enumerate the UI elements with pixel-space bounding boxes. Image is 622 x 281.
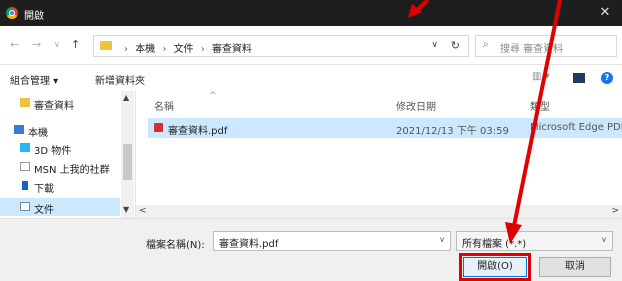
column-header-modified[interactable]: 修改日期 (396, 98, 436, 113)
document-icon (20, 162, 30, 171)
filename-dropdown-icon[interactable]: ∨ (439, 235, 445, 244)
scroll-right-icon[interactable]: > (611, 206, 619, 216)
title-bar: 開啟 ✕ (0, 0, 622, 26)
folder-icon (100, 41, 112, 50)
column-header-name[interactable]: 名稱 (154, 98, 174, 113)
scroll-down-icon[interactable]: ▼ (123, 205, 129, 214)
navigation-pane: 審查資料 本機 3D 物件 MSN 上我的社群 下載 文件 (0, 91, 136, 218)
download-icon (22, 181, 28, 190)
sidebar-item-msn-community[interactable]: MSN 上我的社群 (0, 158, 120, 176)
scrollbar-thumb[interactable] (123, 144, 132, 180)
search-icon: ⌕ (483, 39, 489, 50)
close-button[interactable]: ✕ (588, 0, 622, 26)
recent-locations-icon[interactable]: ∨ (54, 40, 60, 49)
filename-value: 審查資料.pdf (219, 239, 279, 250)
pdf-icon (154, 123, 163, 132)
breadcrumb-item[interactable]: 文件 (174, 44, 194, 55)
file-type: Microsoft Edge PDF (530, 122, 622, 133)
sidebar-item-review-data[interactable]: 審查資料 (0, 94, 120, 112)
table-row[interactable]: 審查資料.pdf 2021/12/13 下午 03:59 Microsoft E… (148, 118, 622, 138)
refresh-icon[interactable]: ↻ (451, 39, 460, 52)
forward-arrow-icon[interactable]: → (32, 38, 41, 51)
sidebar-item-documents[interactable]: 文件 (0, 198, 120, 216)
file-list: ^ 名稱 修改日期 類型 審查資料.pdf 2021/12/13 下午 03:5… (136, 91, 622, 218)
window-title: 開啟 (24, 11, 44, 22)
folder-icon (20, 98, 30, 107)
navigation-bar: ← → ∨ ↑ › 本機 › 文件 › 審查資料 ∨ ↻ ⌕ 搜尋 審查資料 (0, 26, 622, 65)
search-input[interactable]: ⌕ 搜尋 審查資料 (475, 35, 617, 57)
sidebar-item-downloads[interactable]: 下載 (0, 177, 120, 195)
scroll-up-icon[interactable]: ▲ (123, 93, 129, 102)
sort-indicator-icon: ^ (209, 91, 217, 101)
3d-objects-icon (20, 143, 30, 152)
sidebar-item-3d-objects[interactable]: 3D 物件 (0, 139, 120, 157)
filename-input[interactable]: 審查資料.pdf ∨ (213, 231, 451, 251)
sidebar-item-this-pc[interactable]: 本機 (0, 121, 120, 139)
column-header-type[interactable]: 類型 (530, 98, 550, 113)
breadcrumb: › 本機 › 文件 › 審查資料 (124, 44, 252, 55)
file-type-select[interactable]: 所有檔案 (*.*) ∨ (456, 231, 613, 251)
help-icon[interactable]: ? (601, 72, 613, 84)
scroll-left-icon[interactable]: < (139, 206, 147, 216)
documents-icon (20, 202, 30, 211)
back-arrow-icon[interactable]: ← (10, 38, 19, 51)
file-name: 審查資料.pdf (168, 126, 228, 137)
sidebar-scrollbar[interactable]: ▲ ▼ (121, 91, 134, 218)
breadcrumb-item[interactable]: 本機 (135, 44, 155, 55)
command-toolbar: 組合管理 ▾ 新增資料夾 ▥ ▾ ? (0, 65, 622, 92)
organize-button[interactable]: 組合管理 ▾ (10, 72, 58, 87)
up-arrow-icon[interactable]: ↑ (71, 38, 80, 51)
new-folder-button[interactable]: 新增資料夾 (95, 72, 145, 87)
computer-icon (14, 125, 24, 134)
filename-label: 檔案名稱(N): (146, 240, 205, 251)
open-button[interactable]: 開啟(O) (459, 253, 531, 281)
cancel-button[interactable]: 取消 (539, 257, 611, 277)
horizontal-scrollbar[interactable]: < > (136, 205, 622, 218)
file-type-value: 所有檔案 (*.*) (462, 239, 527, 250)
address-bar[interactable]: › 本機 › 文件 › 審查資料 ∨ ↻ (93, 35, 469, 57)
preview-pane-icon[interactable] (573, 73, 585, 83)
file-type-dropdown-icon: ∨ (601, 235, 607, 244)
dialog-footer: 檔案名稱(N): 審查資料.pdf ∨ 所有檔案 (*.*) ∨ 開啟(O) 取… (0, 218, 622, 281)
chrome-app-icon (6, 7, 18, 19)
search-placeholder: 搜尋 審查資料 (500, 44, 564, 55)
view-options-icon[interactable]: ▥ ▾ (532, 71, 550, 82)
address-dropdown-icon[interactable]: ∨ (431, 40, 438, 50)
file-modified: 2021/12/13 下午 03:59 (396, 126, 509, 137)
breadcrumb-item[interactable]: 審查資料 (212, 44, 252, 55)
